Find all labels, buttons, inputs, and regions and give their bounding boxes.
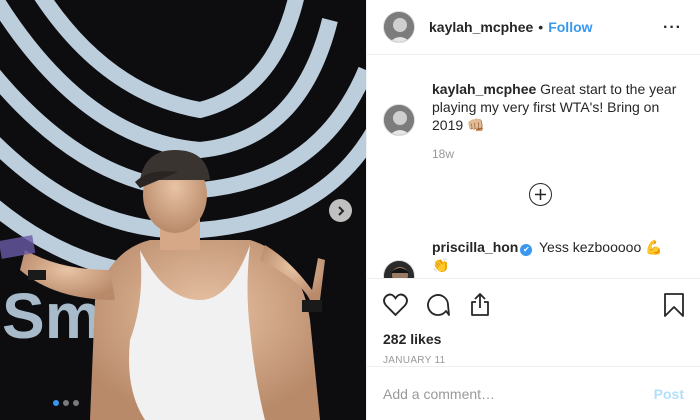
carousel-dot bbox=[63, 400, 69, 406]
plus-circle-icon bbox=[535, 189, 546, 200]
post-comment-button[interactable]: Post bbox=[654, 386, 684, 402]
bookmark-icon bbox=[664, 293, 684, 317]
comment-button[interactable] bbox=[426, 293, 450, 322]
avatar-image bbox=[384, 105, 414, 135]
post-date[interactable]: JANUARY 11 bbox=[383, 355, 445, 366]
comment-item: priscilla_hon ✔ Yess kezbooooo 💪👏 bbox=[383, 238, 667, 278]
carousel-dot bbox=[73, 400, 79, 406]
caption-text: kaylah_mcphee Great start to the year pl… bbox=[432, 80, 692, 136]
carousel-indicator bbox=[53, 400, 79, 406]
tennis-player-photo: Sma bbox=[0, 0, 366, 420]
comment-icon bbox=[427, 294, 450, 316]
comment-input[interactable] bbox=[383, 386, 654, 402]
next-photo-button[interactable] bbox=[329, 199, 352, 222]
heart-icon bbox=[383, 293, 408, 317]
post-header: kaylah_mcphee • Follow ··· bbox=[367, 0, 700, 55]
verified-icon: ✔ bbox=[520, 244, 533, 256]
share-button[interactable] bbox=[468, 293, 492, 322]
like-count[interactable]: 282 likes bbox=[383, 331, 441, 347]
add-comment-form: Post bbox=[367, 366, 700, 420]
post-actions: 282 likes JANUARY 11 Post bbox=[367, 278, 700, 420]
chevron-right-icon bbox=[337, 205, 344, 216]
load-more-comments-button[interactable] bbox=[529, 183, 552, 206]
caption-username[interactable]: kaylah_mcphee bbox=[432, 81, 536, 97]
save-button[interactable] bbox=[664, 293, 684, 322]
follow-button[interactable]: Follow bbox=[548, 19, 592, 35]
caption-timestamp[interactable]: 18w bbox=[432, 147, 454, 161]
carousel-dot bbox=[53, 400, 59, 406]
like-button[interactable] bbox=[383, 293, 408, 322]
comment-text: priscilla_hon ✔ Yess kezbooooo 💪👏 bbox=[432, 238, 667, 278]
separator-dot: • bbox=[538, 19, 544, 35]
post-photo[interactable]: Sma bbox=[0, 0, 366, 420]
more-options-icon[interactable]: ··· bbox=[663, 19, 682, 37]
caption: kaylah_mcphee Great start to the year pl… bbox=[383, 80, 692, 136]
avatar-image bbox=[384, 261, 414, 278]
share-icon bbox=[471, 293, 489, 316]
commenter-avatar[interactable] bbox=[383, 260, 415, 278]
avatar-image bbox=[384, 12, 414, 42]
commenter-username[interactable]: priscilla_hon bbox=[432, 239, 518, 255]
caption-avatar[interactable] bbox=[383, 104, 415, 136]
post-details-panel: kaylah_mcphee • Follow ··· kaylah_mcphee… bbox=[366, 0, 700, 420]
author-avatar[interactable] bbox=[383, 11, 415, 43]
action-bar bbox=[383, 293, 492, 322]
author-username[interactable]: kaylah_mcphee bbox=[429, 19, 533, 35]
comments-section: kaylah_mcphee Great start to the year pl… bbox=[367, 56, 700, 278]
